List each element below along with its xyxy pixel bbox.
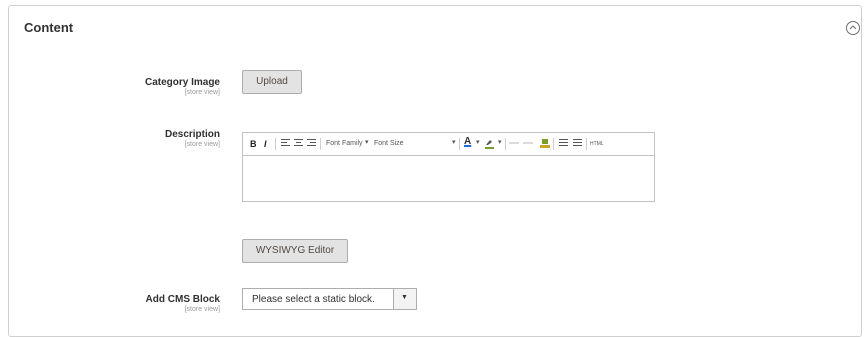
collapse-icon[interactable]	[846, 21, 860, 35]
cms-block-select[interactable]: Please select a static block. ▼	[242, 288, 417, 310]
wysiwyg-editor-button[interactable]: WYSIWYG Editor	[242, 239, 348, 263]
category-image-label: Category Image	[144, 77, 220, 88]
bold-button[interactable]: B	[250, 138, 257, 150]
description-label: Description	[164, 129, 220, 140]
toolbar-separator	[275, 138, 276, 150]
toolbar-separator	[459, 138, 460, 150]
description-editor[interactable]: B I Font Family ▾ Font Size ▾ A ▾ ▾ HTML	[242, 132, 655, 202]
upload-button[interactable]: Upload	[242, 70, 302, 94]
bullet-list-icon[interactable]	[559, 139, 568, 148]
align-center-icon[interactable]	[294, 139, 303, 148]
description-scope: [store view]	[184, 141, 220, 148]
cms-block-dropdown-button[interactable]: ▼	[393, 289, 416, 309]
link-icon[interactable]	[509, 142, 519, 144]
category-image-scope: [store view]	[184, 89, 220, 96]
font-family-select[interactable]: Font Family	[326, 138, 363, 150]
unlink-icon[interactable]	[523, 142, 533, 144]
toolbar-separator	[553, 138, 554, 150]
editor-content-area[interactable]	[243, 155, 654, 201]
highlight-color-icon[interactable]	[485, 138, 494, 149]
text-color-icon[interactable]: A	[464, 136, 471, 148]
font-size-dropdown-icon[interactable]: ▾	[452, 138, 456, 146]
cms-block-label: Add CMS Block	[145, 294, 220, 305]
align-right-icon[interactable]	[307, 139, 316, 148]
font-size-select[interactable]: Font Size	[374, 138, 404, 150]
italic-button[interactable]: I	[264, 138, 267, 150]
insert-image-icon[interactable]	[540, 138, 550, 149]
cms-block-label-group: Add CMS Block [store view]	[146, 294, 220, 313]
numbered-list-icon[interactable]	[573, 139, 582, 148]
html-source-button[interactable]: HTML	[590, 138, 604, 150]
align-left-icon[interactable]	[281, 139, 290, 148]
category-image-label-group: Category Image [store view]	[145, 77, 220, 96]
cms-block-selected-value: Please select a static block.	[252, 294, 375, 305]
editor-toolbar: B I Font Family ▾ Font Size ▾ A ▾ ▾ HTML	[243, 133, 654, 156]
font-family-dropdown-icon[interactable]: ▾	[365, 138, 369, 146]
toolbar-separator	[586, 138, 587, 150]
text-color-dropdown-icon[interactable]: ▾	[476, 138, 480, 146]
toolbar-separator	[320, 138, 321, 150]
description-label-group: Description [store view]	[165, 129, 220, 148]
toolbar-separator	[505, 138, 506, 150]
chevron-down-icon: ▼	[401, 294, 408, 301]
section-title[interactable]: Content	[24, 20, 73, 35]
highlight-color-dropdown-icon[interactable]: ▾	[498, 138, 502, 146]
cms-block-scope: [store view]	[184, 306, 220, 313]
